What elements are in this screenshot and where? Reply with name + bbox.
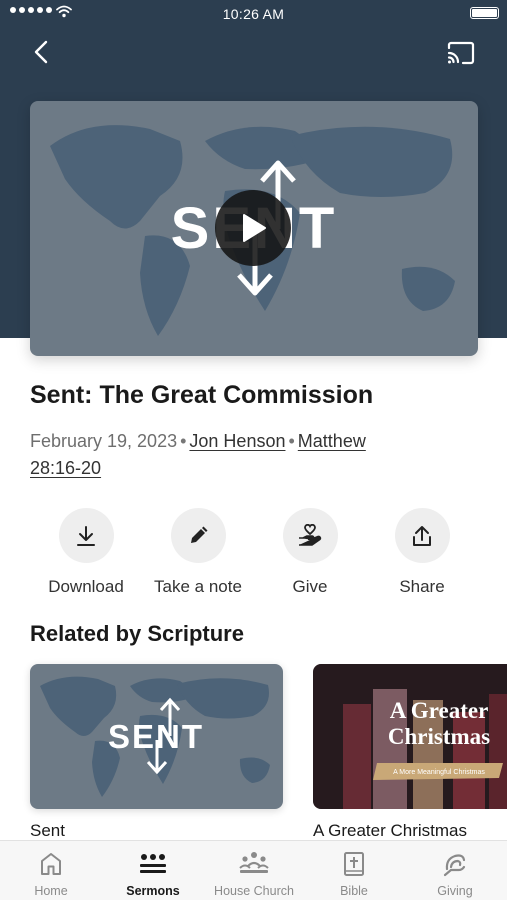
christmas-title-line2: Christmas [388,724,490,749]
tab-giving[interactable]: Giving [405,841,505,900]
download-circle [58,508,114,563]
download-button[interactable]: Download [30,508,142,597]
related-thumbnail: SENT [30,664,283,809]
give-circle [282,508,338,563]
sent-artwork: SENT [30,664,283,809]
take-note-label: Take a note [154,577,242,596]
bottom-tab-bar: Home Sermons House Church Bible Giving [0,840,507,900]
sermon-title: Sent: The Great Commission [30,381,374,409]
tab-home[interactable]: Home [1,841,101,900]
sermon-date: February 19, 2023 [30,431,178,451]
sermon-meta: February 19, 2023 • Jon Henson • Matthew 28:1… [30,428,470,482]
tab-sermons[interactable]: Sermons [103,841,203,900]
tab-house-church-label: House Church [214,884,294,898]
house-church-icon [239,852,269,873]
related-card-label: A Greater Christmas [313,821,467,840]
related-thumbnail: A Greater Christmas A More Meaningful Ch… [313,664,507,809]
share-circle [394,508,450,563]
play-button[interactable] [215,190,291,266]
home-icon [41,853,61,875]
related-card-sent[interactable]: SENT Sent [30,664,283,841]
share-icon [413,525,431,546]
give-button[interactable]: Give [254,508,366,597]
giving-hand-icon [299,523,322,546]
take-note-button[interactable]: Take a note [142,508,254,597]
tab-home-label: Home [34,884,68,898]
battery-icon [470,7,499,19]
christmas-artwork: A Greater Christmas A More Meaningful Ch… [313,664,507,809]
tab-house-church[interactable]: House Church [204,841,304,900]
status-time: 10:26 AM [222,6,285,22]
meta-separator: • [180,431,187,451]
speaker-link[interactable]: Jon Henson [189,431,285,451]
cast-icon [447,41,475,65]
chevron-left-icon [34,40,48,64]
tab-sermons-label: Sermons [126,884,180,898]
sermon-video-player[interactable]: SENT [30,101,478,356]
scripture-verses: 28:16-20 [30,458,102,478]
related-card-label: Sent [30,821,65,840]
download-icon [77,525,95,546]
pencil-icon [191,526,208,543]
cast-button[interactable] [444,38,478,68]
related-card-christmas[interactable]: A Greater Christmas A More Meaningful Ch… [313,664,507,841]
tab-bible[interactable]: Bible [304,841,404,900]
back-button[interactable] [26,36,56,68]
christmas-title-line1: A Greater [390,698,489,723]
bible-icon [344,852,364,876]
related-section-title: Related by Scripture [30,621,244,646]
scripture-book: Matthew [297,431,366,451]
meta-separator: • [288,431,295,451]
giving-icon [443,854,466,877]
share-button[interactable]: Share [366,508,478,597]
sermons-icon [140,854,166,873]
download-label: Download [48,577,124,596]
status-bar: 10:26 AM [0,0,507,28]
give-label: Give [292,577,328,596]
play-icon [243,214,266,242]
christmas-subtitle: A More Meaningful Christmas [393,769,485,776]
tab-bible-label: Bible [340,884,368,898]
take-note-circle [170,508,226,563]
tab-giving-label: Giving [437,884,473,898]
share-label: Share [399,577,445,596]
